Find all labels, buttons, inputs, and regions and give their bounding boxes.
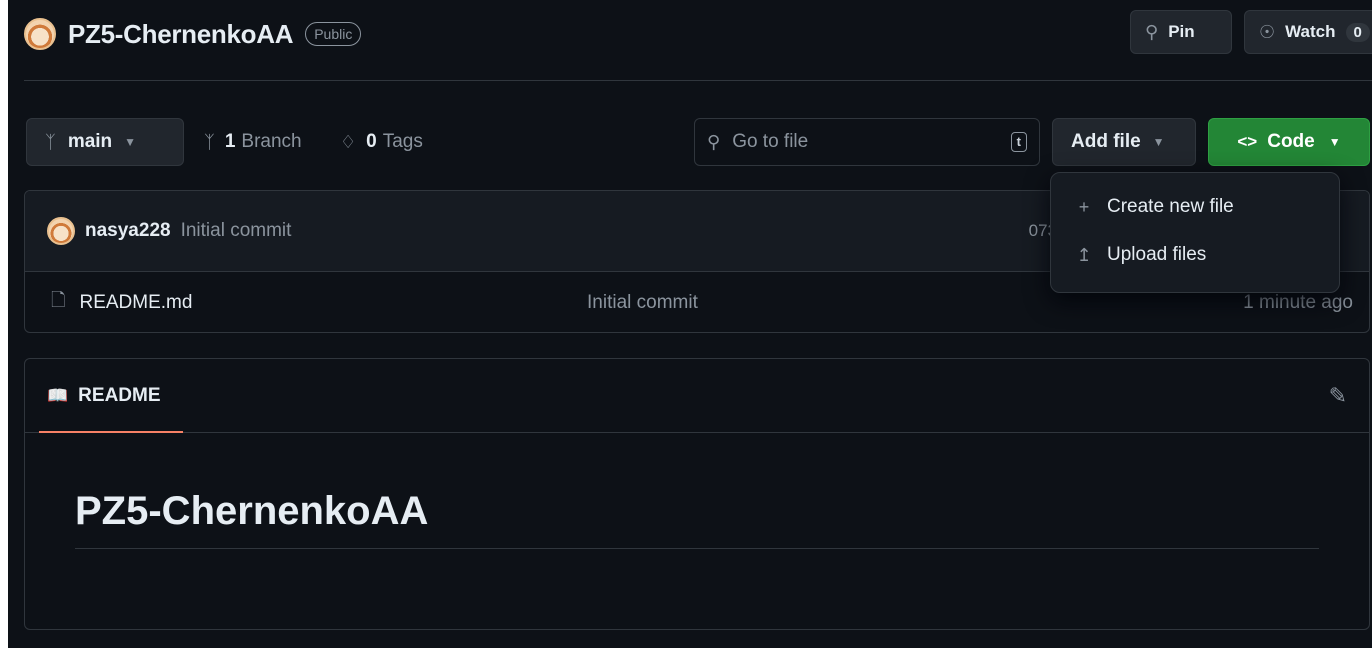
commit-message[interactable]: Initial commit bbox=[181, 220, 292, 242]
menu-item-label: Upload files bbox=[1107, 244, 1207, 265]
menu-item-label: Create new file bbox=[1107, 196, 1234, 217]
search-icon: ⚲ bbox=[707, 131, 721, 152]
owner-avatar[interactable] bbox=[24, 18, 56, 50]
code-label: Code bbox=[1267, 131, 1315, 152]
chevron-down-icon: ▼ bbox=[124, 135, 137, 149]
menu-item-upload-files[interactable]: ↥ Upload files bbox=[1051, 231, 1339, 279]
visibility-badge: Public bbox=[305, 22, 362, 46]
readme-header: 📖 README ✎ bbox=[25, 359, 1369, 433]
chevron-down-icon: ▼ bbox=[1152, 135, 1165, 149]
branch-label: main bbox=[67, 131, 113, 152]
menu-item-create-new-file[interactable]: + Create new file bbox=[1051, 183, 1339, 231]
chevron-down-icon: ▼ bbox=[1328, 135, 1341, 149]
readme-tab-label: README bbox=[78, 384, 161, 406]
header-divider bbox=[24, 80, 1372, 81]
git-branch-icon: ᛉ bbox=[204, 131, 215, 152]
tags-count: 0 bbox=[366, 131, 377, 152]
pin-icon: ⚲ bbox=[1145, 21, 1159, 42]
add-file-label: Add file bbox=[1071, 131, 1141, 152]
repo-name[interactable]: PZ5-ChernenkoAA bbox=[68, 19, 294, 50]
tab-underline bbox=[39, 431, 183, 433]
tag-icon: ♢ bbox=[340, 131, 357, 152]
git-branch-icon: ᛉ bbox=[45, 131, 56, 152]
commit-author[interactable]: nasya228 bbox=[85, 220, 171, 242]
readme-panel: 📖 README ✎ PZ5-ChernenkoAA bbox=[24, 358, 1370, 630]
file-commit-message[interactable]: Initial commit bbox=[587, 292, 698, 314]
file-commit-time: 1 minute ago bbox=[1243, 291, 1353, 313]
pin-button[interactable]: ⚲ Pin bbox=[1130, 10, 1232, 54]
branches-label: Branch bbox=[241, 131, 302, 152]
search-shortcut-key: t bbox=[1010, 132, 1027, 152]
tab-readme[interactable]: 📖 README bbox=[47, 385, 161, 407]
pencil-icon[interactable]: ✎ bbox=[1329, 383, 1347, 409]
go-to-file-input[interactable]: ⚲ Go to file t bbox=[694, 118, 1040, 166]
branches-link[interactable]: ᛉ 1 Branch bbox=[204, 126, 302, 158]
code-button[interactable]: <> Code ▼ bbox=[1208, 118, 1370, 166]
code-icon: <> bbox=[1237, 132, 1258, 151]
book-icon: 📖 bbox=[47, 385, 69, 405]
add-file-menu: + Create new file ↥ Upload files bbox=[1050, 172, 1340, 293]
author-avatar[interactable] bbox=[47, 217, 75, 245]
repo-header: PZ5-ChernenkoAA Public bbox=[24, 14, 362, 54]
repo-page: PZ5-ChernenkoAA Public ⚲ Pin ☉ Watch 0 ᛉ… bbox=[8, 0, 1372, 648]
watch-button[interactable]: ☉ Watch 0 bbox=[1244, 10, 1372, 54]
branches-count: 1 bbox=[224, 131, 236, 152]
add-file-button[interactable]: Add file ▼ bbox=[1052, 118, 1196, 166]
file-icon: 🗋 bbox=[51, 289, 66, 310]
search-placeholder: Go to file bbox=[732, 131, 809, 152]
tags-label: Tags bbox=[382, 131, 423, 152]
plus-icon: + bbox=[1078, 196, 1090, 217]
readme-body: PZ5-ChernenkoAA bbox=[25, 433, 1369, 549]
readme-heading: PZ5-ChernenkoAA bbox=[75, 489, 1319, 549]
pin-label: Pin bbox=[1168, 22, 1195, 41]
branch-select-button[interactable]: ᛉ main ▼ bbox=[26, 118, 184, 166]
tags-link[interactable]: ♢ 0 Tags bbox=[340, 126, 423, 158]
watch-count: 0 bbox=[1345, 22, 1370, 42]
eye-icon: ☉ bbox=[1259, 21, 1276, 42]
upload-icon: ↥ bbox=[1076, 244, 1092, 265]
file-name[interactable]: README.md bbox=[79, 292, 192, 314]
watch-label: Watch bbox=[1285, 22, 1336, 41]
